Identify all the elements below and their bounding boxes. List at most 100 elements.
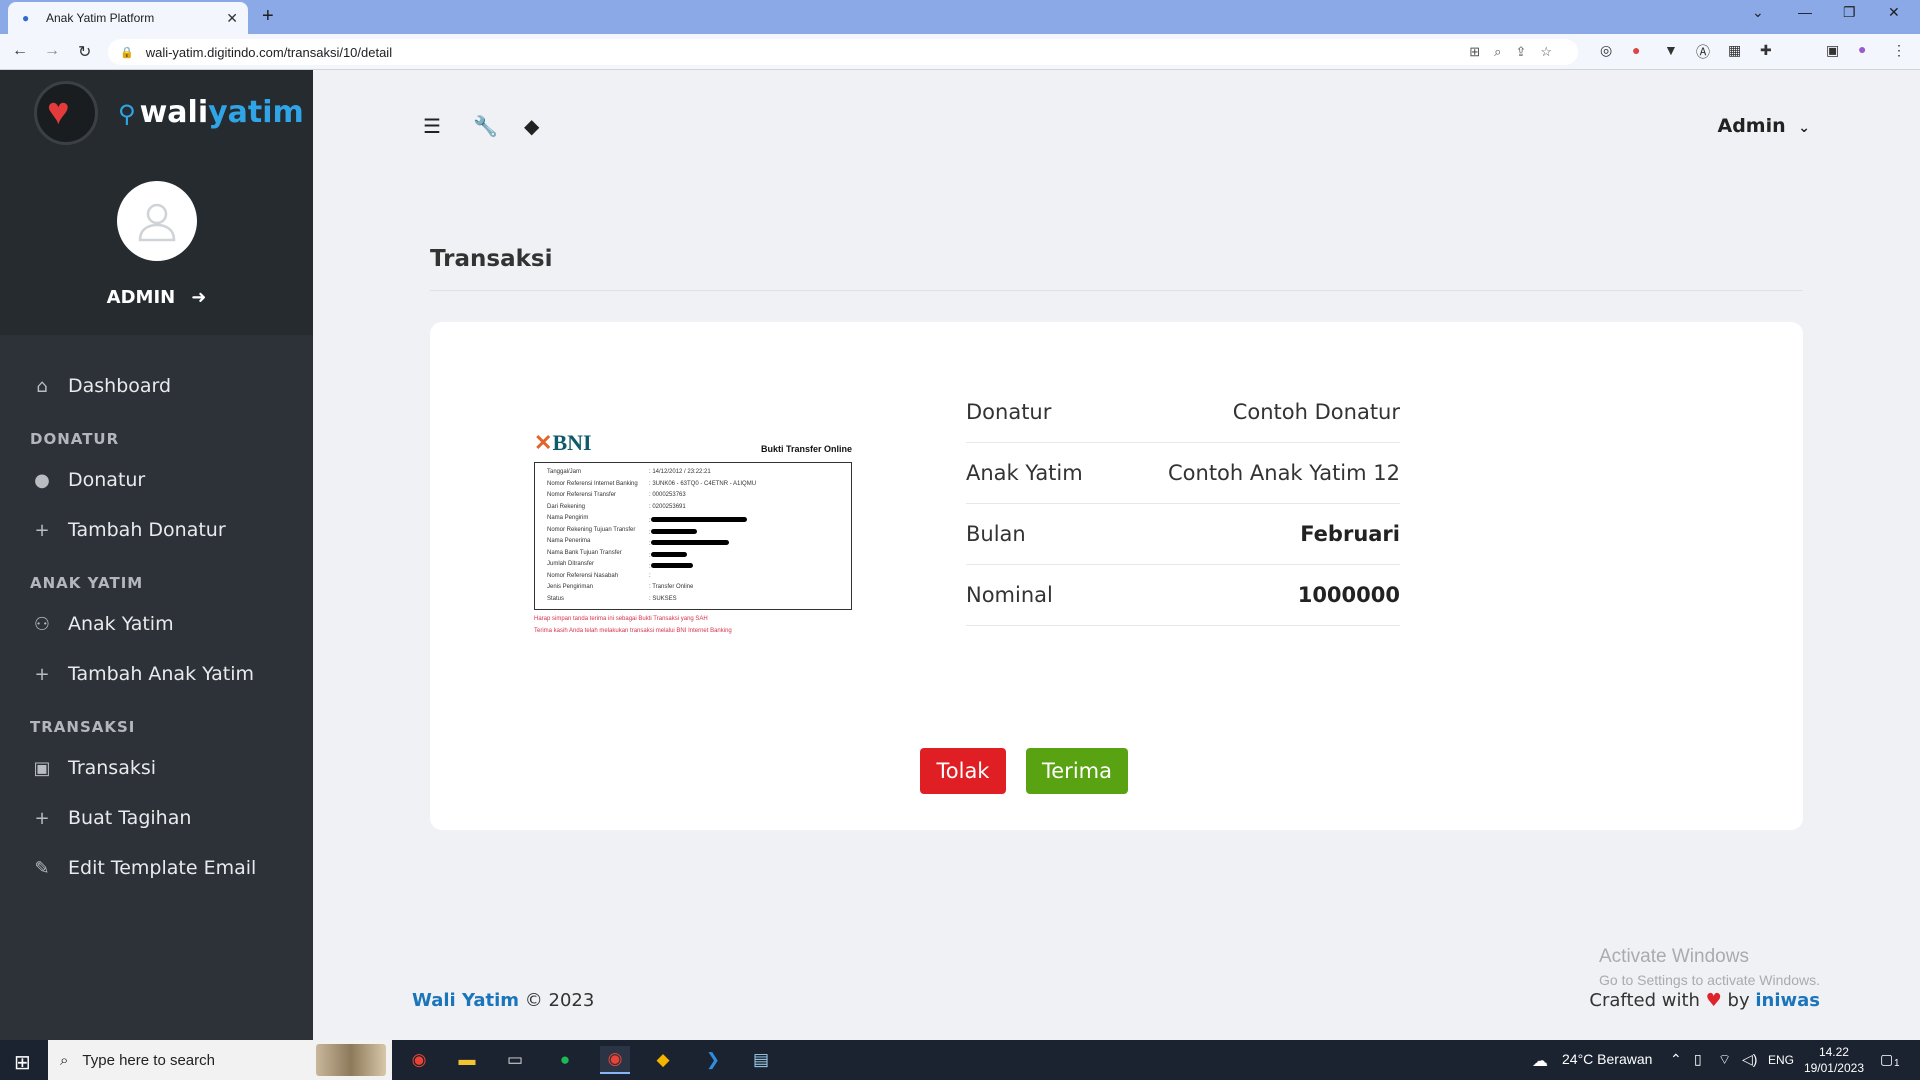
section-donatur: DONATUR bbox=[30, 430, 120, 448]
home-icon: ⌂ bbox=[36, 375, 48, 397]
battery-icon[interactable]: ▯ bbox=[1694, 1051, 1702, 1068]
wifi-icon[interactable]: ⌔ bbox=[1718, 1051, 1731, 1069]
receipt-heading: Bukti Transfer Online bbox=[760, 444, 852, 454]
color-extension-icon[interactable]: ● bbox=[1632, 42, 1640, 58]
profile-icon[interactable]: ● bbox=[1858, 41, 1866, 57]
volume-icon[interactable]: ◁) bbox=[1742, 1051, 1757, 1068]
windows-start-icon[interactable]: ⊞ bbox=[14, 1050, 31, 1075]
back-icon[interactable]: ← bbox=[12, 42, 28, 60]
user-dropdown[interactable]: Admin ⌄ bbox=[1717, 115, 1810, 137]
menu-kebab-icon[interactable]: ⋮ bbox=[1892, 42, 1906, 59]
language-indicator[interactable]: ENG bbox=[1768, 1053, 1794, 1067]
transaction-detail-card: ✕BNI Bukti Transfer Online Tanggal/Jam: … bbox=[430, 322, 1803, 830]
detail-row-nominal: Nominal 1000000 bbox=[966, 565, 1400, 626]
sidebar-item-anak-yatim[interactable]: ⚇ Anak Yatim bbox=[0, 599, 313, 649]
detail-row-donatur: Donatur Contoh Donatur bbox=[966, 382, 1400, 443]
plus-icon: + bbox=[34, 519, 50, 541]
weather-text[interactable]: 24°C Berawan bbox=[1562, 1051, 1652, 1067]
receipt-row: Nomor Referensi Nasabah: bbox=[547, 572, 651, 579]
money-icon: ▣ bbox=[33, 757, 51, 779]
angular-extension-icon[interactable]: Ⓐ bbox=[1696, 42, 1710, 62]
sidebar-item-buat-tagihan[interactable]: + Buat Tagihan bbox=[0, 793, 313, 843]
sidebar-item-tambah-anak-yatim[interactable]: + Tambah Anak Yatim bbox=[0, 649, 313, 699]
section-transaksi: TRANSAKSI bbox=[30, 718, 136, 736]
chrome-active-icon[interactable]: ◉ bbox=[600, 1046, 630, 1074]
chrome-icon[interactable]: ◉ bbox=[404, 1046, 434, 1074]
omnibox-actions-icon[interactable]: ⊞⌕⇪☆ bbox=[1469, 44, 1566, 60]
sidebar-item-dashboard[interactable]: ⌂ Dashboard bbox=[0, 361, 313, 411]
receipt-row: Jenis Pengiriman: Transfer Online bbox=[547, 584, 694, 590]
author-link[interactable]: iniwas bbox=[1755, 990, 1820, 1011]
notification-icon[interactable]: ▢ bbox=[1880, 1051, 1893, 1068]
top-navbar: ☰ 🔧 ◆ Admin ⌄ bbox=[313, 70, 1920, 180]
receipt-row: Tanggal/Jam: 14/12/2012 / 23:22:21 bbox=[547, 469, 711, 475]
grid-extension-icon[interactable]: ▦ bbox=[1728, 42, 1741, 59]
accept-button[interactable]: Terima bbox=[1026, 748, 1128, 794]
notepad-icon[interactable]: ▤ bbox=[746, 1046, 776, 1074]
clock[interactable]: 14.22 19/01/2023 bbox=[1804, 1044, 1864, 1076]
sidebar-item-tambah-donatur[interactable]: + Tambah Donatur bbox=[0, 505, 313, 555]
sidebar-item-label: Tambah Donatur bbox=[68, 519, 226, 541]
detail-label: Anak Yatim bbox=[966, 461, 1083, 485]
tray-chevron-icon[interactable]: ⌃ bbox=[1670, 1051, 1682, 1068]
detail-row-bulan: Bulan Februari bbox=[966, 504, 1400, 565]
drop-icon[interactable]: ◆ bbox=[524, 114, 539, 139]
taskbar-search[interactable]: ⌕ Type here to search bbox=[48, 1040, 392, 1080]
sidebar-menu: ⌂ Dashboard DONATUR ● Donatur + Tambah D… bbox=[0, 335, 313, 893]
browser-tab[interactable]: ● Anak Yatim Platform ✕ bbox=[8, 2, 248, 34]
hamburger-icon[interactable]: ☰ bbox=[423, 114, 441, 139]
close-tab-icon[interactable]: ✕ bbox=[226, 10, 238, 27]
terminal-icon[interactable]: ▭ bbox=[500, 1046, 530, 1074]
bni-mark-icon: ✕ bbox=[534, 430, 553, 455]
sidebar-item-transaksi[interactable]: ▣ Transaksi bbox=[0, 743, 313, 793]
sidebar-item-label: Edit Template Email bbox=[68, 857, 257, 879]
section-anak-yatim: ANAK YATIM bbox=[30, 574, 144, 592]
chevron-down-icon: ⌄ bbox=[1798, 120, 1810, 136]
close-window-icon[interactable]: ✕ bbox=[1888, 4, 1900, 21]
page-title: Transaksi bbox=[430, 246, 553, 272]
receipt-row: Status: SUKSES bbox=[547, 595, 677, 602]
reject-button[interactable]: Tolak bbox=[920, 748, 1006, 794]
windows-activation-watermark: Activate Windows Go to Settings to activ… bbox=[1599, 946, 1820, 988]
file-explorer-icon[interactable]: ▬ bbox=[452, 1046, 482, 1074]
forward-icon[interactable]: → bbox=[44, 42, 60, 60]
brand[interactable]: ♥ ⚲ waliyatim bbox=[0, 70, 313, 155]
new-tab-icon[interactable]: + bbox=[262, 5, 274, 28]
sidebar-item-label: Transaksi bbox=[68, 757, 157, 779]
vue-extension-icon[interactable]: ▼ bbox=[1664, 42, 1678, 58]
git-icon[interactable]: ◆ bbox=[648, 1046, 678, 1074]
reload-icon[interactable]: ↻ bbox=[78, 42, 91, 62]
receipt-note: Terima kasih Anda telah melakukan transa… bbox=[534, 628, 732, 634]
restore-icon[interactable]: ❐ bbox=[1843, 4, 1856, 21]
sidebar-item-label: Dashboard bbox=[68, 375, 172, 397]
address-bar: ← → ↻ 🔒 wali-yatim.digitindo.com/transak… bbox=[0, 34, 1920, 70]
sidebar: ♥ ⚲ waliyatim ADMIN ➜ ⌂ Dashboard DONATUR… bbox=[0, 70, 313, 1040]
vscode-icon[interactable]: ❯ bbox=[698, 1046, 728, 1074]
spotify-icon[interactable]: ● bbox=[550, 1046, 580, 1074]
lock-icon[interactable]: 🔒 bbox=[120, 46, 134, 59]
detail-label: Bulan bbox=[966, 522, 1026, 546]
weather-icon[interactable]: ☁ bbox=[1532, 1051, 1548, 1071]
url-field[interactable]: 🔒 wali-yatim.digitindo.com/transaksi/10/… bbox=[108, 39, 1578, 65]
username: ADMIN bbox=[106, 287, 176, 308]
plus-icon: + bbox=[34, 663, 50, 685]
main-content: ☰ 🔧 ◆ Admin ⌄ Transaksi ✕BNI Bukti Trans… bbox=[313, 70, 1920, 1040]
avatar bbox=[116, 181, 197, 261]
sidebar-item-donatur[interactable]: ● Donatur bbox=[0, 455, 313, 505]
children-icon: ⚇ bbox=[33, 613, 51, 635]
transfer-receipt-image[interactable]: ✕BNI Bukti Transfer Online Tanggal/Jam: … bbox=[534, 430, 852, 660]
receipt-row: Nomor Referensi Transfer: 0000253763 bbox=[547, 492, 686, 498]
logout-icon[interactable]: ➜ bbox=[191, 287, 206, 308]
extension-icon[interactable]: ◎ bbox=[1600, 42, 1612, 59]
admin-row: ADMIN ➜ bbox=[107, 287, 207, 308]
footer-brand-link[interactable]: Wali Yatim bbox=[412, 990, 519, 1011]
sidebar-item-edit-template-email[interactable]: ✎ Edit Template Email bbox=[0, 843, 313, 893]
minimize-icon[interactable]: — bbox=[1798, 4, 1812, 20]
wrench-icon[interactable]: 🔧 bbox=[473, 114, 498, 139]
puzzle-icon[interactable]: ✚ bbox=[1760, 42, 1772, 59]
receipt-row: Nama Penerima: bbox=[547, 538, 839, 550]
brand-logo-icon: ♥ bbox=[34, 80, 98, 145]
tab-search-icon[interactable]: ⌄ bbox=[1752, 4, 1764, 21]
receipt-note: Harap simpan tanda terima ini sebagai Bu… bbox=[534, 616, 708, 622]
sidepanel-icon[interactable]: ▣ bbox=[1826, 42, 1839, 59]
